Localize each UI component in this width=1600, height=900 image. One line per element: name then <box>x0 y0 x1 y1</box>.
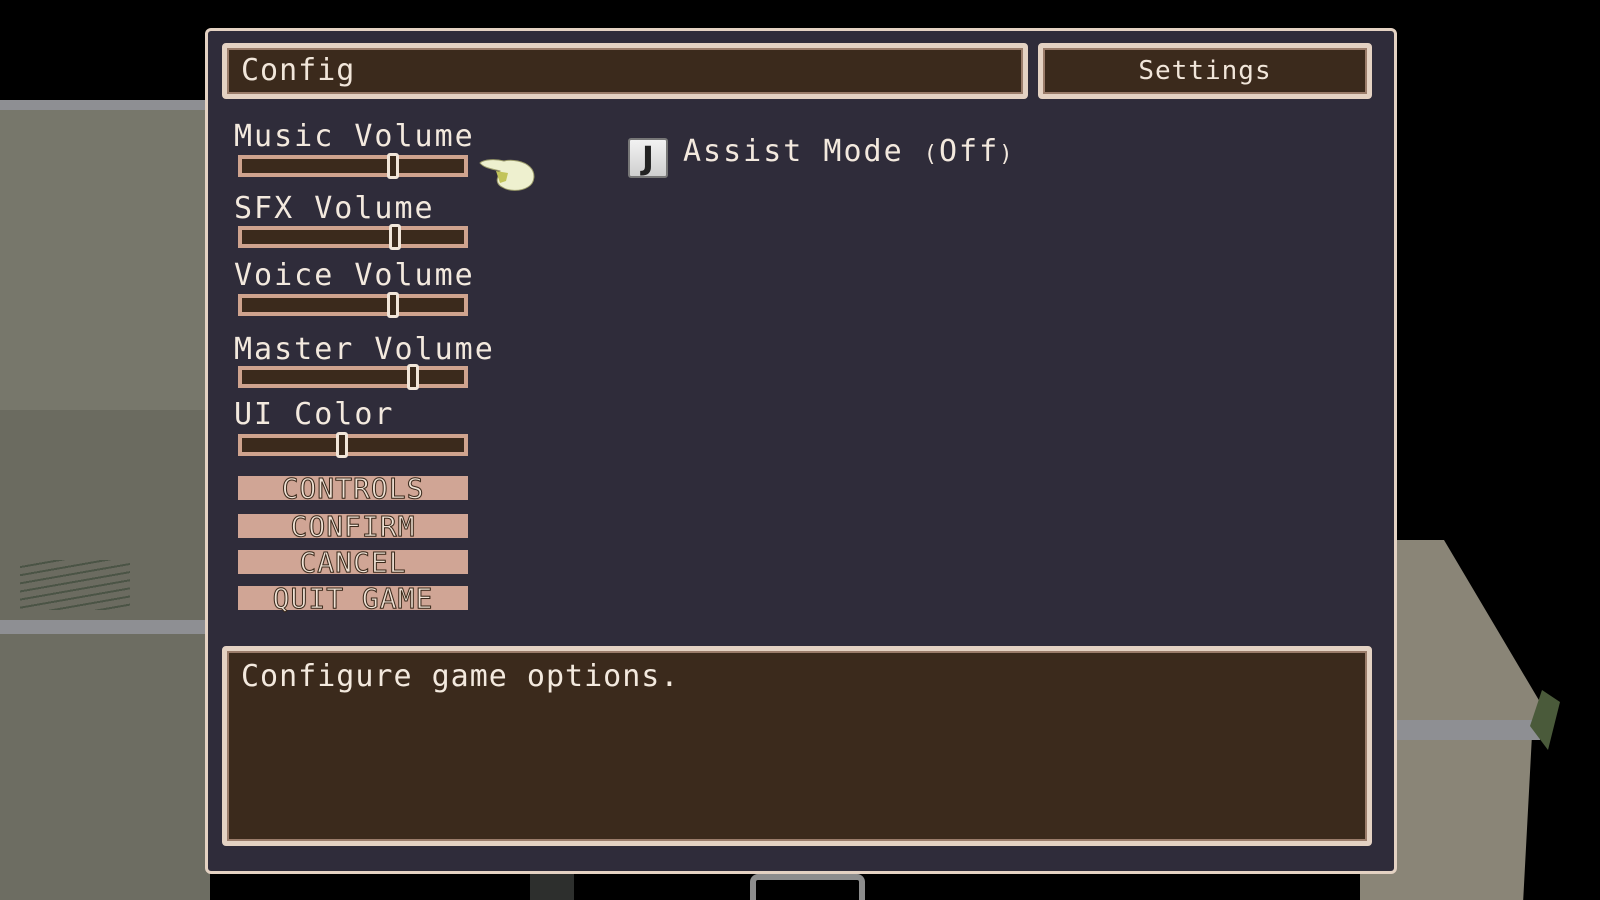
assist-mode-state: Off <box>939 134 1000 169</box>
background-grass <box>20 560 130 610</box>
quit-game-button[interactable]: QUIT GAME <box>238 581 468 615</box>
music-volume-label: Music Volume <box>234 119 475 154</box>
sfx-volume-slider[interactable] <box>238 224 468 250</box>
assist-mode-key-icon[interactable]: J <box>628 138 668 178</box>
voice-volume-label: Voice Volume <box>234 258 475 293</box>
background-handle <box>750 874 865 900</box>
config-window: Config Settings Music Volume SFX Volume … <box>205 28 1397 874</box>
master-volume-thumb[interactable] <box>406 364 419 390</box>
master-volume-slider[interactable] <box>238 364 468 390</box>
voice-volume-slider[interactable] <box>238 292 468 318</box>
sfx-volume-label: SFX Volume <box>234 191 435 226</box>
voice-volume-thumb[interactable] <box>386 292 399 318</box>
assist-mode-label: Assist Mode <box>683 134 904 169</box>
music-volume-slider[interactable] <box>238 153 468 179</box>
pointing-hand-icon <box>479 159 535 191</box>
config-title: Config <box>241 53 356 88</box>
music-volume-thumb[interactable] <box>386 153 399 179</box>
background-floor-lower <box>0 634 210 900</box>
description-text: Configure game options. <box>241 659 680 694</box>
config-titlebar: Config <box>222 43 1028 99</box>
background-ledge <box>0 100 210 110</box>
assist-mode-toggle[interactable]: Assist Mode (Off) <box>683 134 1014 169</box>
ui-color-label: UI Color <box>234 397 395 432</box>
description-box: Configure game options. <box>222 646 1372 846</box>
settings-tab[interactable]: Settings <box>1038 43 1372 99</box>
assist-mode-paren-open: ( <box>923 142 939 167</box>
ui-color-slider[interactable] <box>238 432 468 458</box>
assist-mode-paren-close: ) <box>999 142 1015 167</box>
settings-tab-label: Settings <box>1138 56 1272 86</box>
background-floor-stripe <box>0 620 210 634</box>
master-volume-label: Master Volume <box>234 332 495 367</box>
confirm-button[interactable]: CONFIRM <box>238 509 468 543</box>
cancel-button[interactable]: CANCEL <box>238 545 468 579</box>
game-scene: Config Settings Music Volume SFX Volume … <box>0 0 1600 900</box>
background-wall <box>0 100 210 420</box>
sfx-volume-thumb[interactable] <box>389 224 402 250</box>
controls-button[interactable]: CONTROLS <box>238 471 468 505</box>
ui-color-thumb[interactable] <box>335 432 348 458</box>
